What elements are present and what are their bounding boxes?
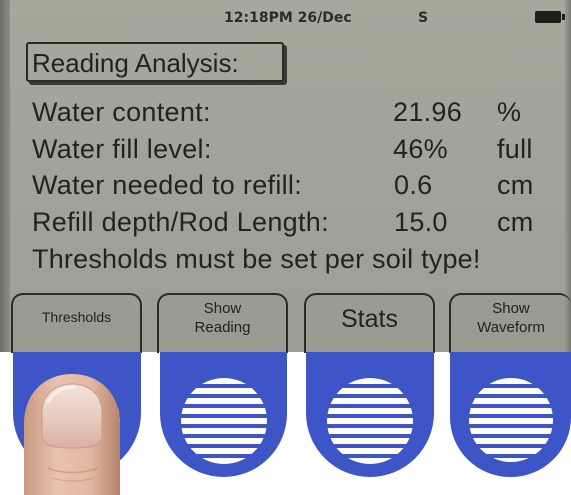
screen-title-box: Reading Analysis: [26,42,284,82]
device-photo: 12:18PM 26/Dec S Reading Analysis: Water… [0,0,571,495]
softkey-label-line-1: Show [203,300,242,317]
lcd-screen: 12:18PM 26/Dec S Reading Analysis: Water… [0,0,571,353]
reading-value: 0.6 [394,170,433,200]
softkey-label-line-1: Show [492,300,530,317]
softkey-thresholds[interactable]: Thresholds [11,293,142,353]
reading-value: 15.0 [394,207,448,237]
softkey-show-waveform[interactable]: Show Waveform [449,293,571,353]
signal-indicator: S [418,10,429,26]
striped-circle-icon [180,378,267,464]
reading-row-water-fill-level: Water fill level: 46% full [0,134,571,170]
reading-value: 46% [393,134,448,164]
softkey-label: Thresholds [41,309,112,325]
reading-unit: cm [497,207,534,237]
reading-unit: full [497,134,533,164]
hardware-button-2[interactable] [160,352,287,477]
softkey-show-reading[interactable]: Show Reading [157,293,288,353]
hardware-button-4[interactable] [450,352,571,477]
finger-pressing-icon [24,374,120,495]
reading-unit: cm [497,170,534,200]
striped-circle-icon [327,378,413,464]
reading-label: Water fill level: [32,134,212,164]
reading-value: 21.96 [393,97,463,127]
softkey-stats[interactable]: Stats [304,293,435,353]
reading-row-refill-depth: Refill depth/Rod Length: 15.0 cm [0,207,571,243]
softkey-label-line-2: Reading [194,319,251,336]
hardware-button-3[interactable] [306,352,434,477]
reading-row-water-needed: Water needed to refill: 0.6 cm [0,170,571,206]
reading-row-water-content: Water content: 21.96 % [0,97,571,133]
threshold-notice: Thresholds must be set per soil type! [32,244,481,274]
reading-unit: % [497,97,522,127]
softkey-label: Stats [341,305,398,333]
battery-icon [535,11,565,23]
reading-label: Refill depth/Rod Length: [32,207,329,237]
softkey-label-line-2: Waveform [477,319,545,336]
striped-circle-icon [468,378,553,462]
screen-title: Reading Analysis: [32,48,239,78]
clock-date: 12:18PM 26/Dec [224,10,352,26]
reading-label: Water needed to refill: [32,170,303,200]
reading-label: Water content: [32,97,211,127]
status-bar: 12:18PM 26/Dec S [0,0,571,34]
